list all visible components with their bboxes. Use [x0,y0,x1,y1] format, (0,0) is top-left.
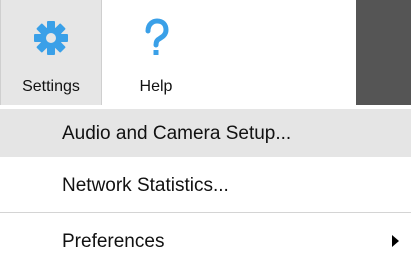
settings-button[interactable]: Settings [0,0,102,105]
menu-separator [0,212,411,213]
settings-label: Settings [22,78,80,95]
menu-item-label: Network Statistics... [62,175,229,196]
help-label: Help [139,78,173,95]
menu-item-preferences[interactable]: Preferences [0,217,411,264]
submenu-arrow-icon [392,235,399,247]
menu-item-network-statistics[interactable]: Network Statistics... [0,161,411,209]
settings-dropdown-menu: Audio and Camera Setup... Network Statis… [0,105,411,264]
menu-item-label: Audio and Camera Setup... [62,123,292,144]
toolbar: Settings Help [0,0,411,105]
menu-item-audio-camera-setup[interactable]: Audio and Camera Setup... [0,109,411,157]
dark-side-panel [356,0,411,105]
menu-item-label: Preferences [62,231,165,252]
help-button[interactable]: Help [102,0,210,105]
app-screen: Settings Help Audio and Camera Setup... … [0,0,411,264]
question-mark-icon [145,18,169,55]
gear-icon [34,21,68,55]
